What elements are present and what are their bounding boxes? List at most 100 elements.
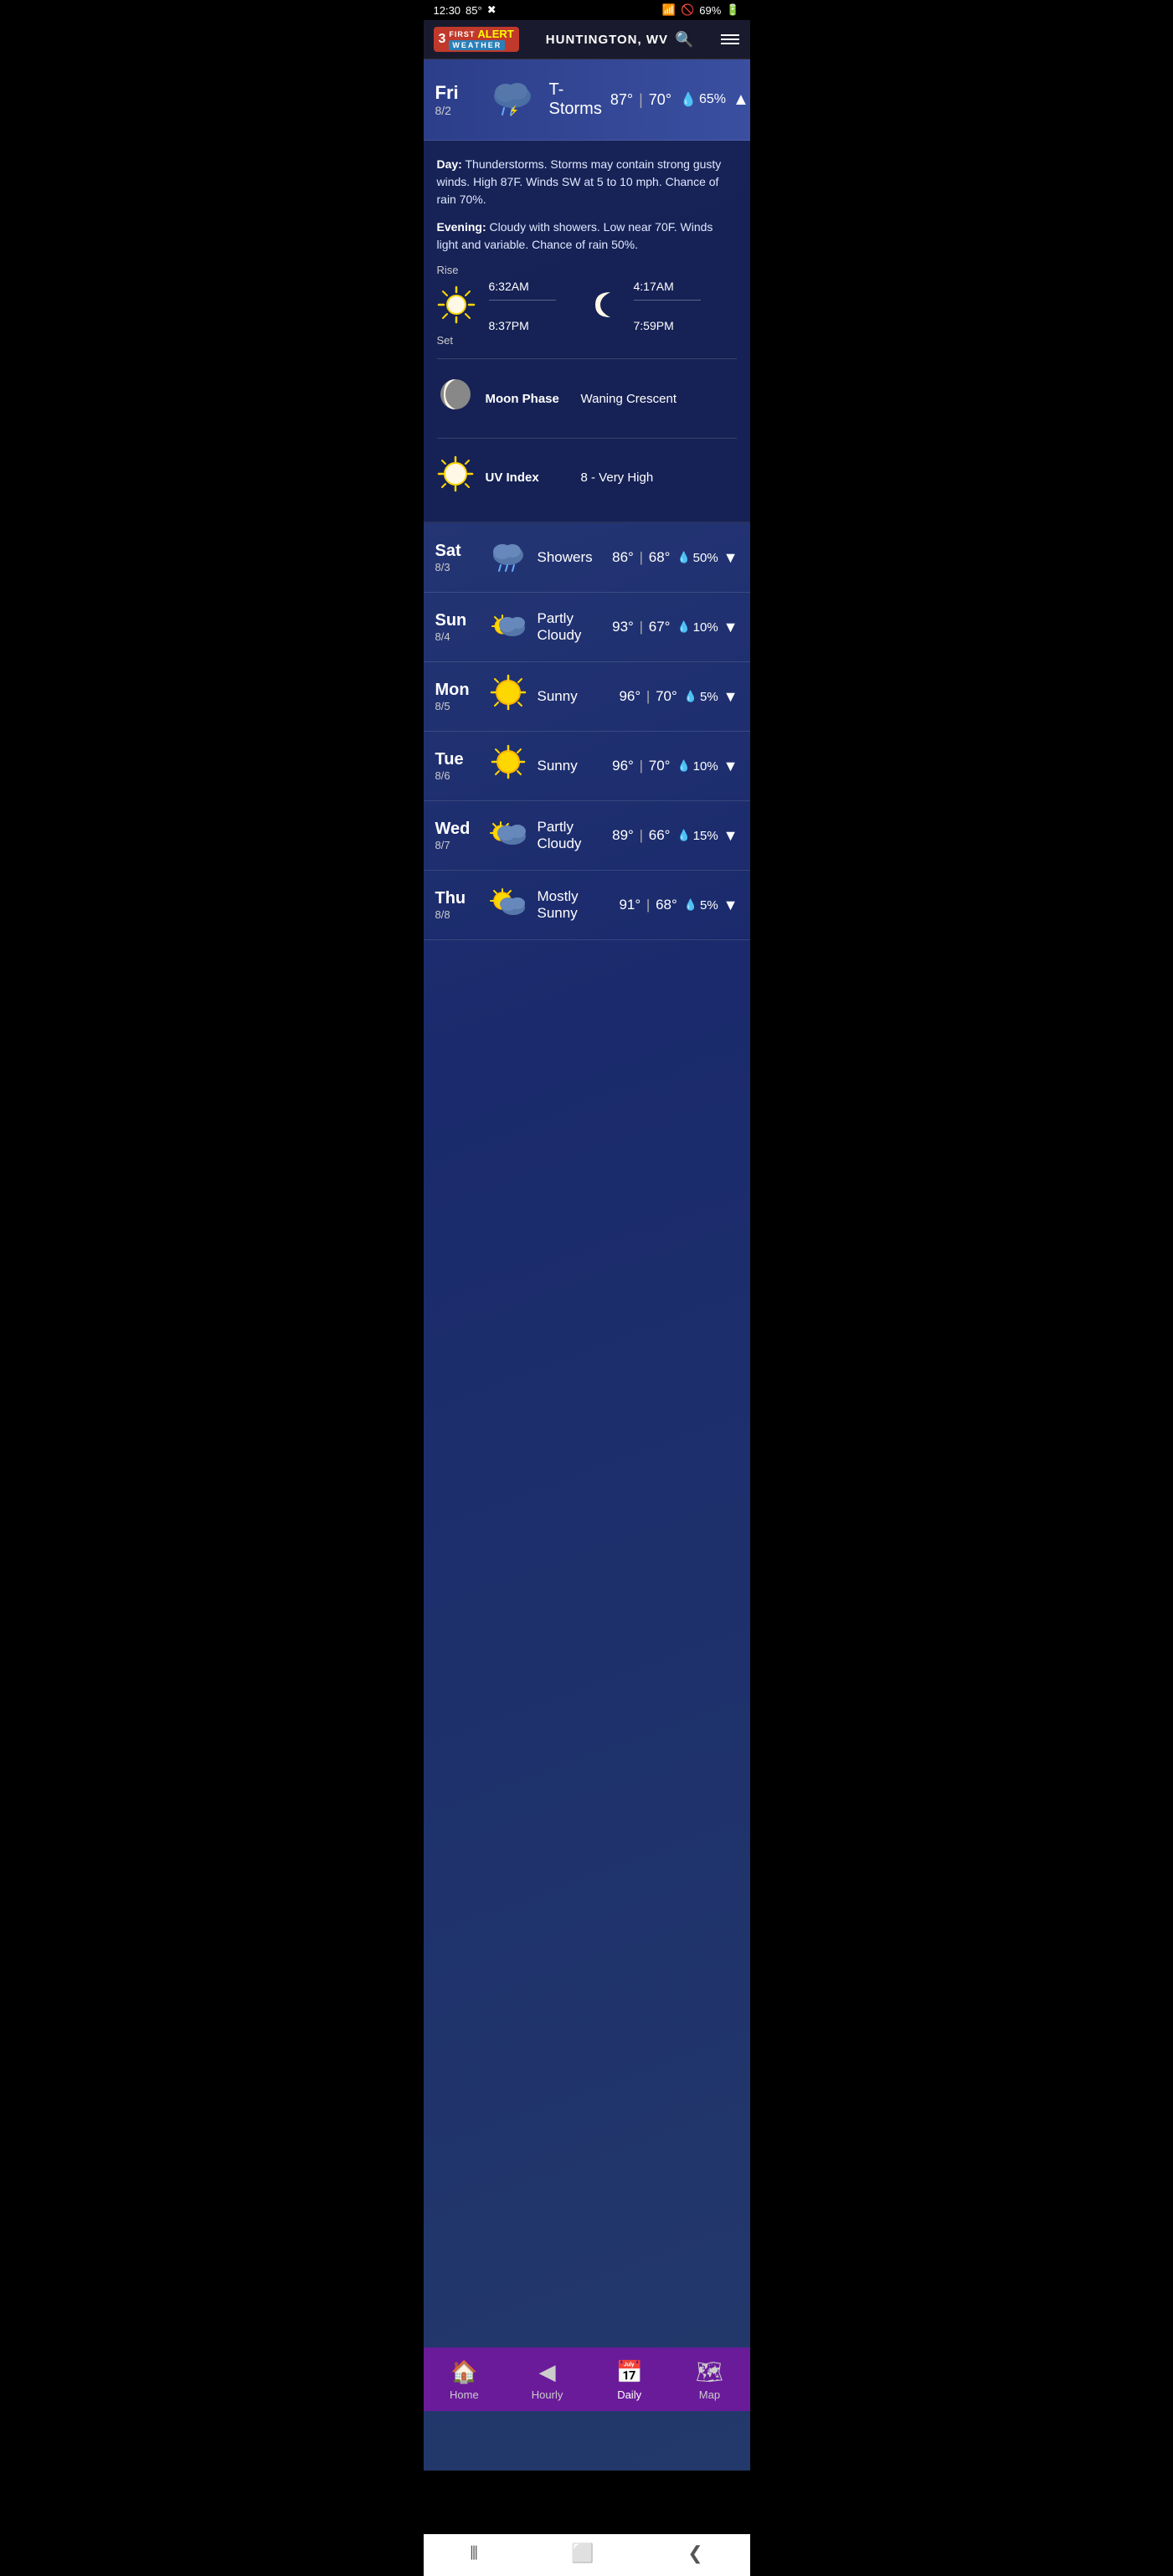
- nav-daily[interactable]: 📅 Daily: [602, 2356, 656, 2404]
- sun-chevron[interactable]: ▼: [723, 619, 738, 636]
- location-text: HUNTINGTON, WV: [546, 33, 668, 47]
- today-header[interactable]: Fri 8/2 T-Storms 87° | 70° 💧: [424, 59, 750, 141]
- mon-day-date: 8/5: [435, 700, 479, 712]
- sun-low: 67°: [649, 619, 671, 635]
- nav-daily-label: Daily: [617, 2388, 641, 2401]
- status-temp: 85°: [466, 4, 482, 17]
- nav-home-label: Home: [450, 2388, 479, 2401]
- detail-panel: Day: Thunderstorms. Storms may contain s…: [424, 141, 750, 523]
- nav-hourly[interactable]: ◀ Hourly: [518, 2356, 577, 2404]
- thu-high: 91°: [619, 897, 641, 913]
- sun-weather-icon: [487, 604, 529, 650]
- sat-chevron[interactable]: ▼: [723, 549, 738, 567]
- tue-high: 96°: [612, 758, 634, 774]
- sat-condition: Showers: [538, 549, 606, 566]
- hourly-icon: ◀: [539, 2359, 556, 2385]
- uv-icon: [437, 455, 474, 500]
- sun-rise-time: 6:32AM: [489, 280, 556, 293]
- wed-low: 66°: [649, 827, 671, 843]
- search-icon[interactable]: 🔍: [675, 31, 694, 49]
- uv-row: UV Index 8 - Very High: [437, 447, 737, 508]
- sat-temps: 86° | 68°: [612, 549, 670, 566]
- battery-percent: 69%: [699, 4, 721, 17]
- sat-low: 68°: [649, 549, 671, 565]
- nav-map[interactable]: 🗺 Map: [682, 2356, 737, 2404]
- forecast-row-sun[interactable]: Sun 8/4 Partly Cloudy 93° | 67° 💧: [424, 593, 750, 662]
- wed-precip-chance: 15%: [693, 829, 718, 843]
- thu-chevron[interactable]: ▼: [723, 897, 738, 914]
- tue-day-date: 8/6: [435, 769, 479, 782]
- thu-precip-icon: 💧: [684, 898, 697, 912]
- thu-precip: 💧 5%: [684, 898, 718, 913]
- header-location: HUNTINGTON, WV 🔍: [546, 31, 695, 49]
- sun-times: 6:32AM 8:37PM: [489, 280, 556, 332]
- app-header: 3 FIRST ALERT WEATHER HUNTINGTON, WV 🔍: [424, 20, 750, 59]
- nav-home[interactable]: 🏠 Home: [436, 2356, 492, 2404]
- main-content: Fri 8/2 T-Storms 87° | 70° 💧: [424, 59, 750, 2471]
- mon-day-name: Mon: [435, 681, 479, 700]
- moon-icon: [587, 285, 620, 326]
- tue-day-name: Tue: [435, 750, 479, 769]
- system-nav-bar: ⦀ ⬜ ❮: [424, 2534, 750, 2576]
- today-chevron-up[interactable]: ▲: [733, 90, 749, 110]
- tue-precip: 💧 10%: [677, 759, 718, 774]
- forecast-row-mon[interactable]: Mon 8/5 Sunny 96° | 70° 💧 5%: [424, 662, 750, 732]
- divider2: [437, 438, 737, 439]
- wed-precip-icon: 💧: [677, 829, 690, 842]
- sun-high: 93°: [612, 619, 634, 635]
- thu-weather-icon: [487, 882, 529, 928]
- uv-label: UV Index: [486, 470, 569, 485]
- status-x-icon: ✖: [487, 3, 496, 17]
- moon-times: 4:17AM 7:59PM: [634, 280, 701, 332]
- nav-hourly-label: Hourly: [532, 2388, 563, 2401]
- sys-recent-btn[interactable]: ⦀: [470, 2543, 478, 2564]
- forecast-row-tue[interactable]: Tue 8/6 Sunny 96° | 70° 💧 10%: [424, 732, 750, 801]
- moon-phase-value: Waning Crescent: [581, 392, 677, 406]
- mon-day-col: Mon 8/5: [435, 681, 479, 712]
- forecast-row-wed[interactable]: Wed 8/7 Partly Cloudy 89° | 66°: [424, 801, 750, 871]
- sun-day-date: 8/4: [435, 630, 479, 643]
- wed-condition: Partly Cloudy: [538, 819, 606, 852]
- forecast-row-thu[interactable]: Thu 8/8 Mostly Sunny 91° | 68° �: [424, 871, 750, 940]
- mon-precip: 💧 5%: [684, 690, 718, 704]
- forecast-row-sat[interactable]: Sat 8/3 Showers 86° | 68° 💧 50% ▼: [424, 523, 750, 593]
- wed-day-col: Wed 8/7: [435, 820, 479, 851]
- daily-icon: 📅: [615, 2359, 642, 2385]
- wed-temps: 89° | 66°: [612, 827, 670, 844]
- sat-day-col: Sat 8/3: [435, 542, 479, 573]
- tue-chevron[interactable]: ▼: [723, 758, 738, 775]
- sat-precip-chance: 50%: [693, 551, 718, 565]
- wed-weather-icon: [487, 813, 529, 858]
- status-bar: 12:30 85° ✖ 📶 🚫 69% 🔋: [424, 0, 750, 20]
- moon-phase-label: Moon Phase: [486, 392, 569, 406]
- sun-precip-icon: 💧: [677, 620, 690, 634]
- rise-label: Rise: [437, 264, 537, 276]
- battery-icon: 🔋: [726, 3, 739, 17]
- uv-value: 8 - Very High: [581, 470, 654, 485]
- mon-high: 96°: [619, 688, 641, 704]
- thu-low: 68°: [656, 897, 677, 913]
- sun-precip: 💧 10%: [677, 620, 718, 635]
- logo-number: 3: [439, 32, 446, 47]
- logo-weather: WEATHER: [449, 40, 505, 50]
- logo-alert: ALERT: [477, 28, 513, 39]
- rs-data-row: 6:32AM 8:37PM 4:17AM 7:59P: [437, 280, 737, 332]
- today-day-date: 8/2: [435, 104, 476, 117]
- sys-home-btn[interactable]: ⬜: [571, 2543, 594, 2564]
- sun-day-col: Sun 8/4: [435, 611, 479, 643]
- mon-weather-icon: [487, 674, 529, 719]
- moon-rise-time: 4:17AM: [634, 280, 701, 293]
- sun-temps: 93° | 67°: [612, 619, 670, 635]
- tue-precip-icon: 💧: [677, 759, 690, 773]
- today-precip: 💧 65%: [680, 91, 726, 108]
- sys-back-btn[interactable]: ❮: [687, 2543, 702, 2564]
- menu-icon[interactable]: [721, 34, 739, 44]
- mon-precip-chance: 5%: [700, 690, 718, 704]
- divider1: [437, 358, 737, 359]
- wed-high: 89°: [612, 827, 634, 843]
- moon-phase-icon: [437, 376, 474, 421]
- wed-chevron[interactable]: ▼: [723, 827, 738, 845]
- day-description: Day: Thunderstorms. Storms may contain s…: [437, 156, 737, 208]
- sat-high: 86°: [612, 549, 634, 565]
- mon-chevron[interactable]: ▼: [723, 688, 738, 706]
